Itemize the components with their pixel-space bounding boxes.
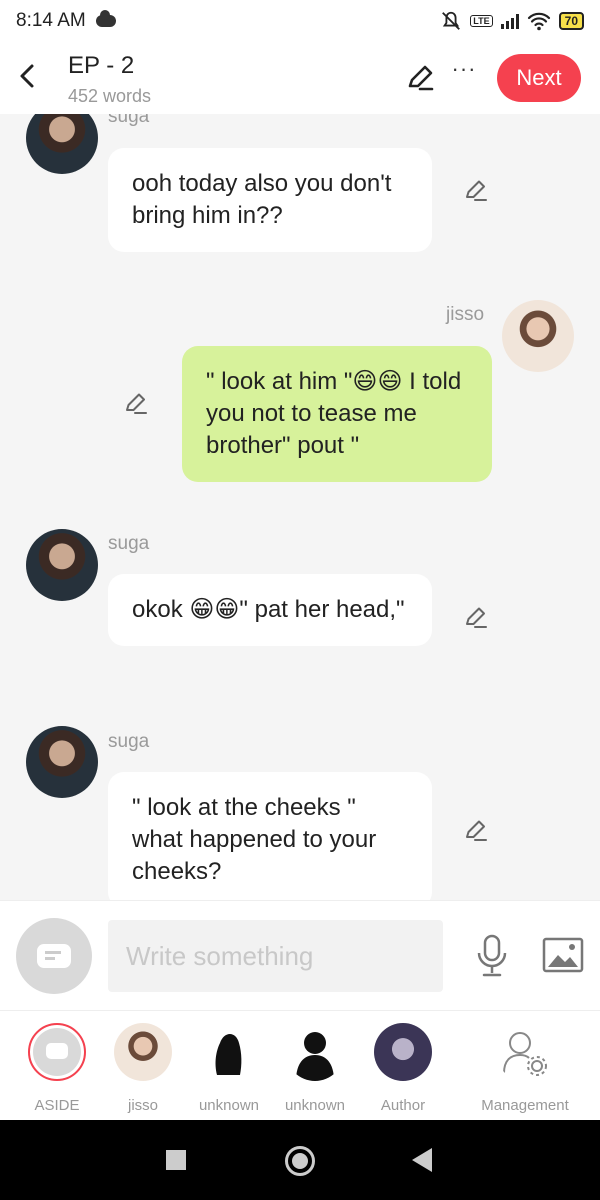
character-label: unknown [284,1097,346,1114]
character-label: Management [481,1097,569,1114]
microphone-icon[interactable] [474,933,510,979]
edit-message-icon[interactable] [462,176,490,204]
word-count: 452 words [68,86,152,106]
wifi-icon [527,12,550,31]
message-sender-name: suga [108,533,150,554]
edit-message-icon[interactable] [462,816,490,844]
character-label: Author [380,1097,426,1114]
message-bubble[interactable]: " look at him "😄😄 I told you not to teas… [182,346,492,482]
character-unknown[interactable]: unknown [270,1023,360,1114]
avatar [114,1023,172,1081]
management-button[interactable]: Management [470,1023,580,1114]
status-time: 8:14 AM [16,10,86,31]
character-author[interactable]: Author [358,1023,448,1114]
avatar-suga[interactable] [26,529,98,601]
management-gear-icon [496,1023,554,1081]
lte-icon: LTE [470,15,493,27]
character-label: ASIDE [34,1097,80,1114]
edit-message-icon[interactable] [462,603,490,631]
avatar-jisso[interactable] [502,300,574,372]
message-input[interactable] [108,920,443,992]
cloud-icon [95,10,116,27]
app-header: EP - 2 452 words ··· Next [0,42,600,114]
character-label: unknown [198,1097,260,1114]
screen: 8:14 AM LTE 70 EP - 2 452 words ··· Next… [0,0,600,1200]
compose-bar [0,900,600,1010]
edit-message-icon[interactable] [122,389,150,417]
edit-pencil-icon[interactable] [404,62,436,94]
recents-icon[interactable] [166,1150,186,1170]
female-silhouette-icon [200,1023,258,1081]
more-options-button[interactable]: ··· [448,58,480,90]
message-sender-name: suga [108,731,150,752]
chat-bubble-icon [37,944,71,968]
battery-icon: 70 [558,12,584,30]
home-icon[interactable] [285,1146,315,1176]
episode-title[interactable]: EP - 2 [68,52,134,80]
character-label: jisso [127,1097,158,1114]
avatar-suga[interactable] [26,114,98,174]
system-nav-bar [0,1120,600,1200]
character-aside[interactable]: ASIDE [12,1023,102,1114]
signal-icon [500,13,519,29]
message-sender-name: jisso [446,304,485,325]
character-bar: ASIDE jisso unknown unknown Author Manag… [0,1010,600,1120]
mute-icon [442,11,461,30]
character-unknown[interactable]: unknown [184,1023,274,1114]
back-arrow-icon[interactable] [14,60,42,92]
image-icon[interactable] [542,937,584,973]
message-bubble[interactable]: okok 😁😁" pat her head," [108,574,432,646]
message-bubble[interactable]: ooh today also you don't bring him in?? [108,148,432,252]
message-sender-name: suga [108,114,150,127]
character-jisso[interactable]: jisso [98,1023,188,1114]
male-silhouette-icon [286,1023,344,1081]
avatar [374,1023,432,1081]
status-icons: LTE 70 [440,10,584,32]
avatar-suga[interactable] [26,726,98,798]
next-button[interactable]: Next [497,54,581,102]
status-bar: 8:14 AM LTE 70 [0,0,600,42]
chat-area: suga ooh today also you don't bring him … [0,114,600,900]
aside-toggle-button[interactable] [16,918,92,994]
aside-icon [28,1023,86,1081]
back-triangle-icon[interactable] [412,1148,432,1172]
message-bubble[interactable]: " look at the cheeks " what happened to … [108,772,432,900]
